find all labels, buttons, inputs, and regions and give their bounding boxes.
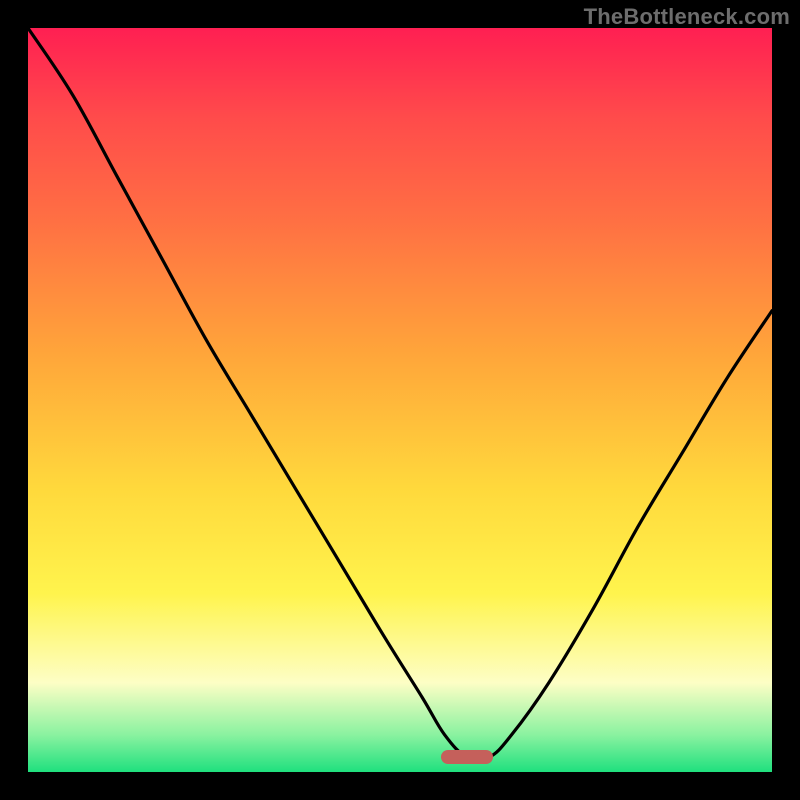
optimal-point-marker [441,750,493,764]
bottleneck-curve [28,28,772,772]
watermark-text: TheBottleneck.com [584,4,790,30]
plot-area [28,28,772,772]
chart-frame: TheBottleneck.com [0,0,800,800]
